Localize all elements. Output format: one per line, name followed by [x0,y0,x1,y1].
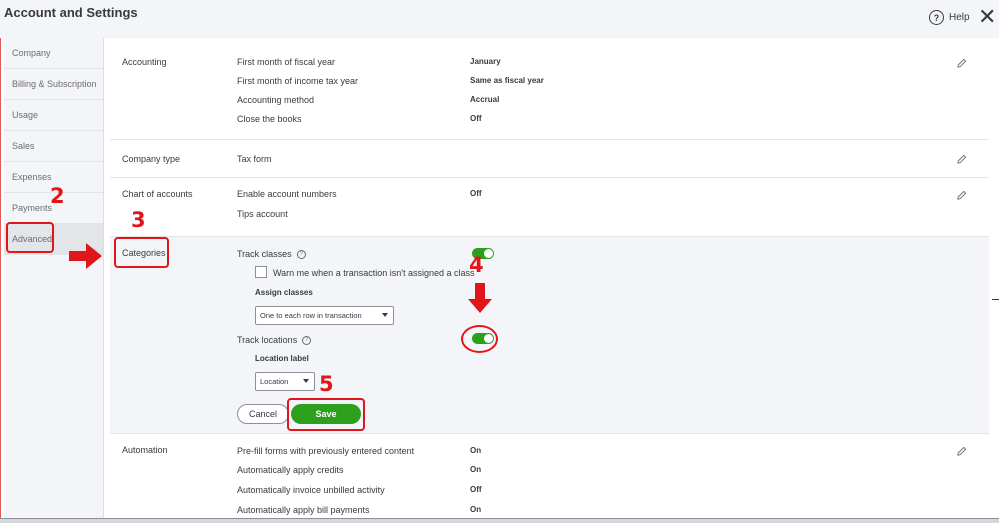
assign-classes-select[interactable]: One to each row in transaction [255,306,394,325]
sidebar-item-label: Usage [12,110,39,120]
settings-sidebar: Company Billing & Subscription Usage Sal… [4,38,104,518]
section-label: Company type [122,154,181,164]
row-value: Off [470,114,482,123]
help-icon: ? [929,10,944,25]
sidebar-item-billing[interactable]: Billing & Subscription [4,69,103,100]
arrow-down-icon [468,283,492,313]
pencil-icon[interactable] [956,446,967,457]
help-label: Help [949,12,970,23]
location-label-value: Location [260,377,289,386]
track-classes-label: Track classes? [237,249,306,260]
row-label: Tips account [237,209,288,219]
pencil-icon[interactable] [956,58,967,69]
section-label: Chart of accounts [122,189,193,199]
sidebar-item-label: Payments [12,203,53,213]
row-value: January [470,57,501,66]
sidebar-item-sales[interactable]: Sales [4,131,103,162]
sidebar-item-company[interactable]: Company [4,38,103,69]
sidebar-item-label: Expenses [12,172,52,182]
pencil-icon[interactable] [956,154,967,165]
row-label: First month of income tax year [237,76,359,86]
help-icon[interactable]: ? [302,336,312,346]
row-label: Accounting method [237,95,315,105]
title-bar: Account and Settings ? Help ✕ [0,0,999,38]
help-icon[interactable]: ? [296,250,306,260]
chevron-down-icon [303,379,309,383]
row-label: Automatically apply credits [237,465,344,475]
arrow-right-icon [69,243,102,269]
section-automation[interactable]: Automation Pre-fill forms with previousl… [110,434,989,518]
row-label: Automatically apply bill payments [237,505,370,515]
step-2-highlight [6,222,54,253]
warn-class-checkbox[interactable] [255,266,267,278]
row-label: Automatically invoice unbilled activity [237,485,385,495]
cancel-button[interactable]: Cancel [237,404,289,424]
section-label: Accounting [122,57,167,67]
step-5-highlight [287,398,365,431]
location-label-label: Location label [255,354,309,363]
help-button[interactable]: ? Help [929,10,970,25]
row-label: Close the books [237,114,302,124]
dialog-title: Account and Settings [4,5,138,20]
row-label: First month of fiscal year [237,57,336,67]
section-categories: Categories Track classes? Warn me when a… [110,237,989,434]
location-label-select[interactable]: Location [255,372,315,391]
step-3-highlight [114,237,169,268]
warn-class-label: Warn me when a transaction isn't assigne… [273,268,475,278]
row-value: Off [470,189,482,198]
row-value: Same as fiscal year [470,76,544,85]
sidebar-item-label: Billing & Subscription [12,79,97,89]
track-locations-label: Track locations? [237,335,312,346]
sidebar-item-label: Company [12,48,51,58]
step-4-highlight [461,325,498,353]
chevron-down-icon [382,313,388,317]
row-value: Off [470,485,482,494]
row-value: On [470,505,482,514]
section-label: Automation [122,445,168,455]
sidebar-item-usage[interactable]: Usage [4,100,103,131]
row-label: Pre-fill forms with previously entered c… [237,446,415,456]
close-icon[interactable]: ✕ [978,6,996,28]
pencil-icon[interactable] [956,190,967,201]
edge-marker [992,299,999,300]
section-chart-of-accounts[interactable]: Chart of accounts Enable account numbers… [110,178,989,237]
assign-classes-value: One to each row in transaction [260,311,362,320]
row-value: On [470,465,482,474]
row-value: Accrual [470,95,500,104]
sidebar-item-label: Sales [12,141,35,151]
taskbar-strip [0,518,999,523]
row-label: Tax form [237,154,272,164]
step-2-number: 2 [50,184,65,208]
step-5-number: 5 [319,372,334,396]
row-label: Enable account numbers [237,189,337,199]
step-3-number: 3 [131,208,146,232]
row-value: On [470,446,482,455]
assign-classes-label: Assign classes [255,288,313,297]
section-company-type[interactable]: Company type Tax form [110,140,989,178]
section-accounting[interactable]: Accounting First month of fiscal year Ja… [110,38,989,140]
settings-content: Accounting First month of fiscal year Ja… [104,38,999,518]
step-4-number: 4 [469,253,484,277]
